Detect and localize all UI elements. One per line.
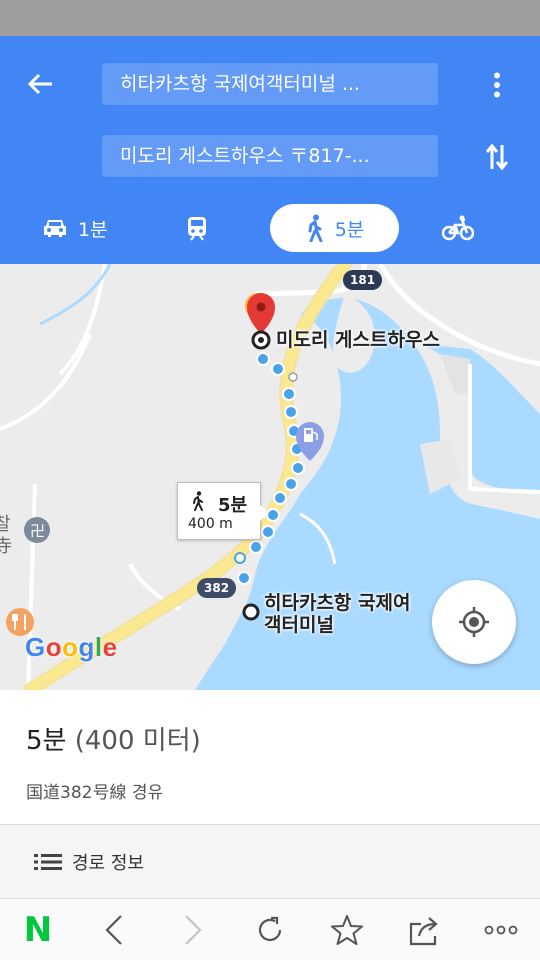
origin-marker-icon — [242, 603, 260, 621]
browser-toolbar: N — [0, 898, 540, 960]
naver-letter: N — [23, 910, 53, 950]
crosshair-icon — [459, 607, 489, 637]
share-icon[interactable] — [394, 899, 454, 960]
my-location-button[interactable] — [432, 580, 516, 664]
google-letter-g: G — [25, 632, 46, 662]
google-logo: Google — [25, 632, 118, 663]
back-icon[interactable] — [84, 899, 144, 960]
walk-small-icon — [193, 491, 203, 511]
route-duration-distance: (400 미터) — [74, 726, 201, 756]
forward-icon[interactable] — [163, 899, 223, 960]
destination-map-label[interactable]: 미도리 게스트하우스 — [276, 329, 440, 351]
route-summary[interactable]: 5분 (400 미터) 国道382号線 경유 — [0, 690, 540, 824]
swap-icon[interactable] — [474, 134, 520, 180]
destination-pin-icon — [245, 293, 275, 350]
google-letter-o1: o — [45, 632, 63, 662]
more-vert-icon[interactable] — [474, 62, 520, 108]
directions-header: 히타카츠항 국제여객터미널 ... 미도리 게스트하우스 〒817-... 1분 — [0, 36, 540, 264]
origin-field[interactable]: 히타카츠항 국제여객터미널 ... — [102, 63, 438, 105]
google-letter-g2: g — [78, 632, 95, 662]
route-duration-time: 5분 — [26, 726, 67, 756]
route-duration: 5분 (400 미터) — [26, 720, 201, 757]
route-via: 国道382号線 경유 — [26, 783, 164, 803]
car-icon — [44, 220, 66, 237]
bookmark-star-icon[interactable] — [317, 899, 377, 960]
origin-map-label[interactable]: 히타카츠항 국제여객터미널 — [264, 592, 414, 636]
mode-drive-label: 1분 — [78, 218, 108, 241]
svg-text:卍: 卍 — [30, 522, 45, 540]
reload-icon[interactable] — [240, 899, 300, 960]
google-letter-o2: o — [62, 632, 79, 662]
road-badge-382: 382 — [197, 578, 237, 598]
more-icon[interactable] — [471, 899, 531, 960]
bike-icon — [442, 215, 474, 241]
mode-walk-label: 5분 — [334, 218, 365, 241]
route-info-callout[interactable]: 5분 400 m — [177, 482, 269, 540]
google-letter-e: e — [102, 632, 118, 662]
mode-tab-walk[interactable]: 5분 — [270, 204, 399, 252]
list-icon — [34, 854, 62, 870]
destination-field[interactable]: 미도리 게스트하우스 〒817-... — [102, 135, 438, 177]
route-details-button[interactable]: 경로 정보 — [0, 824, 540, 898]
travel-mode-tabs: 1분 5분 — [0, 204, 540, 252]
map-view[interactable]: 卍 찰 寺 181 382 미도리 게스트하우스 히타카츠항 국제여객터미널 5… — [0, 264, 540, 690]
app: 히타카츠항 국제여객터미널 ... 미도리 게스트하우스 〒817-... 1분 — [0, 0, 540, 960]
road-badge-181: 181 — [343, 270, 383, 290]
route-details-label: 경로 정보 — [72, 853, 144, 874]
naver-logo[interactable]: N — [8, 899, 68, 960]
mode-tab-drive[interactable]: 1분 — [42, 204, 108, 252]
train-icon — [188, 217, 206, 241]
walk-icon — [308, 214, 323, 242]
back-arrow-icon[interactable] — [16, 64, 64, 104]
temple-icon[interactable]: 卍 — [24, 517, 50, 543]
mode-tab-transit[interactable] — [186, 204, 208, 252]
route-callout-distance: 400 m — [188, 516, 233, 532]
google-letter-l: l — [94, 632, 103, 662]
route-callout-time: 5분 — [218, 495, 248, 516]
mode-tab-bike[interactable] — [442, 204, 474, 252]
status-bar — [0, 0, 540, 36]
poi-partial-label: 찰 寺 — [0, 514, 12, 557]
